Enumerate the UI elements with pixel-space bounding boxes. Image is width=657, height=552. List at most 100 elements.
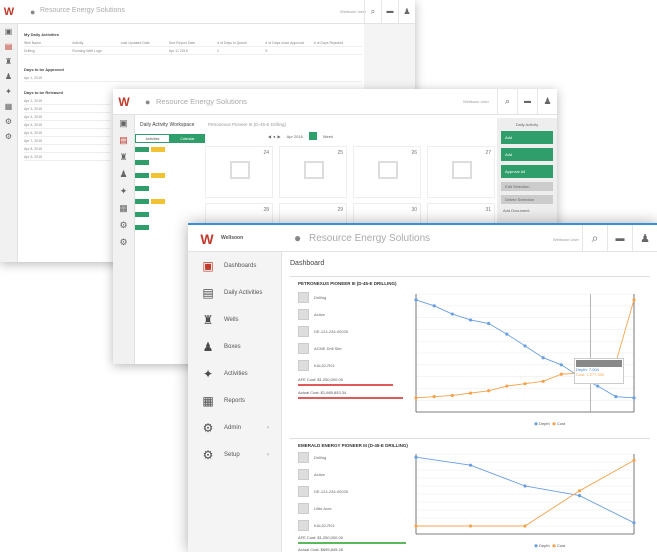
list-item[interactable]: Apr 7, 2015	[24, 137, 110, 145]
info-row: Active	[298, 468, 325, 480]
dashboard-main: Dashboard PETRONEXUS PIONEER III (D-45-E…	[282, 252, 657, 552]
activities-icon[interactable]: ✦	[0, 84, 17, 99]
daily-activities-icon: ▤	[202, 285, 214, 300]
page-title: Dashboard	[290, 260, 325, 267]
calendar-day[interactable]: 27	[427, 146, 495, 198]
setup-icon[interactable]: ⚙	[113, 234, 134, 251]
sidebar-item-boxes[interactable]: ♟ Boxes	[188, 333, 281, 360]
info-row: Drilling	[298, 291, 326, 303]
info-row: ACME Drill Site	[298, 342, 342, 354]
dashboard-icon[interactable]: ▣	[0, 24, 17, 39]
list-item[interactable]	[135, 147, 205, 156]
view-select[interactable]: Week	[323, 134, 333, 139]
calendar-day[interactable]: 24	[205, 146, 273, 198]
setup-icon[interactable]: ⚙	[0, 129, 17, 144]
user-name[interactable]: Wellsoon User	[553, 237, 579, 242]
rig-icon	[298, 519, 309, 531]
user-name[interactable]: Wellsoon User	[340, 9, 366, 14]
sidebar-item-admin[interactable]: ⚙ Admin ›	[188, 414, 281, 441]
messages-icon[interactable]: ▬	[517, 89, 537, 114]
sidebar-item-wells[interactable]: ♜ Wells	[188, 306, 281, 333]
user-icon[interactable]: ♟	[632, 225, 657, 251]
messages-icon[interactable]: ▬	[607, 225, 632, 251]
info-row: DE-124-234-00025	[298, 325, 348, 337]
search-icon[interactable]: ⌕	[582, 225, 607, 251]
sidebar-item-label: Daily Activities	[224, 289, 263, 296]
admin-icon[interactable]: ⚙	[0, 114, 17, 129]
dashboard-window: W Wellsoon ● Resource Energy Solutions W…	[188, 223, 657, 552]
top-bar: W ● Resource Energy Solutions Wellsoon U…	[113, 89, 557, 115]
today-icon[interactable]: ●	[273, 134, 275, 139]
actual-bar	[298, 397, 403, 399]
app-title: Resource Energy Solutions	[40, 7, 125, 14]
list-item[interactable]: Apr 6, 2015	[24, 129, 110, 137]
legend-label: Cost	[557, 421, 566, 426]
list-item[interactable]	[135, 212, 205, 221]
data-point	[596, 384, 600, 388]
admin-icon[interactable]: ⚙	[113, 217, 134, 234]
prev-icon[interactable]: ◀	[268, 134, 271, 139]
sidebar-item-activities[interactable]: ✦ Activities	[188, 360, 281, 387]
table-header: Well Name Activity Last Updated Date Due Re…	[24, 39, 362, 47]
delete-selection-button[interactable]: Delete Selection	[501, 195, 553, 204]
sidebar-item-label: Setup	[224, 451, 240, 458]
messages-icon[interactable]: ▬	[381, 0, 398, 23]
well-icon[interactable]: ♜	[113, 149, 134, 166]
reports-icon[interactable]: ▦	[0, 99, 17, 114]
list-item[interactable]: Apr 3, 2015	[24, 105, 110, 113]
user-icon[interactable]: ♟	[398, 0, 415, 23]
list-item[interactable]	[135, 173, 205, 182]
list-item[interactable]: Apr 5, 2015	[24, 121, 110, 129]
boxes-icon: ♟	[202, 339, 214, 354]
data-point	[559, 363, 563, 367]
add-button[interactable]: Add	[501, 131, 553, 144]
info-row: Active	[298, 308, 325, 320]
edit-selection-button[interactable]: Edit Selection	[501, 182, 553, 191]
list-item[interactable]: Apr 2, 2015	[24, 97, 110, 105]
sidebar-item-dashboards[interactable]: ▣ Dashboards	[188, 252, 281, 279]
reports-icon[interactable]: ▦	[113, 200, 134, 217]
user-icon[interactable]: ♟	[537, 89, 557, 114]
sidebar-item-daily-activities[interactable]: ▤ Daily Activities	[188, 279, 281, 306]
daily-activities-icon[interactable]: ▤	[0, 39, 17, 54]
dashboard-icon[interactable]: ▣	[113, 115, 134, 132]
list-item[interactable]	[135, 160, 205, 169]
section-title: My Daily Activities	[24, 32, 59, 37]
list-item[interactable]: Apr 8, 2015	[24, 145, 110, 153]
approve-all-button[interactable]: Approve All	[501, 165, 553, 178]
calendar-day[interactable]: 26	[353, 146, 421, 198]
search-icon[interactable]: ⌕	[364, 0, 381, 23]
id-icon	[298, 325, 309, 337]
well-title: EMERALD ENERGY PIONEER III (D-45-E DRILL…	[298, 443, 408, 448]
boxes-icon[interactable]: ♟	[113, 166, 134, 183]
rig-icon	[298, 359, 309, 371]
calendar-icon[interactable]	[308, 132, 317, 140]
sidebar-item-label: Reports	[224, 397, 246, 404]
afe-cost: AFE Cost: $1,250,000.00	[298, 377, 343, 382]
tab-calendar[interactable]: Calendar	[170, 134, 205, 143]
section-title: Days to be Approved	[24, 67, 64, 72]
search-icon[interactable]: ⌕	[497, 89, 517, 114]
month-label: Apr 2016	[286, 133, 303, 139]
calendar-day[interactable]: 25	[279, 146, 347, 198]
list-item[interactable]	[135, 186, 205, 195]
add-document-link[interactable]: Add Document	[503, 208, 551, 213]
boxes-icon[interactable]: ♟	[0, 69, 17, 84]
data-point	[450, 312, 454, 316]
sidebar-item-setup[interactable]: ⚙ Setup ›	[188, 441, 281, 468]
next-icon[interactable]: ▶	[278, 134, 281, 139]
list-item[interactable]	[135, 199, 205, 208]
tab-activities[interactable]: Activities	[135, 134, 170, 143]
daily-activities-icon[interactable]: ▤	[113, 132, 134, 149]
list-item[interactable]: Apr 9, 2015	[24, 153, 110, 161]
activities-icon[interactable]: ✦	[113, 183, 134, 200]
table-row[interactable]: Drilling Running Well Logs Apr 11 2015 2 5	[24, 47, 362, 55]
well-icon[interactable]: ♜	[0, 54, 17, 69]
app-title: Resource Energy Solutions	[309, 233, 431, 244]
add-button[interactable]: Add	[501, 148, 553, 161]
user-name[interactable]: Wellsoon User	[463, 99, 489, 104]
status-icon	[298, 291, 309, 303]
list-item[interactable]: Apr 4, 2015	[24, 113, 110, 121]
list-item[interactable]: Apr 1, 2015	[24, 74, 362, 82]
sidebar-item-reports[interactable]: ▦ Reports	[188, 387, 281, 414]
